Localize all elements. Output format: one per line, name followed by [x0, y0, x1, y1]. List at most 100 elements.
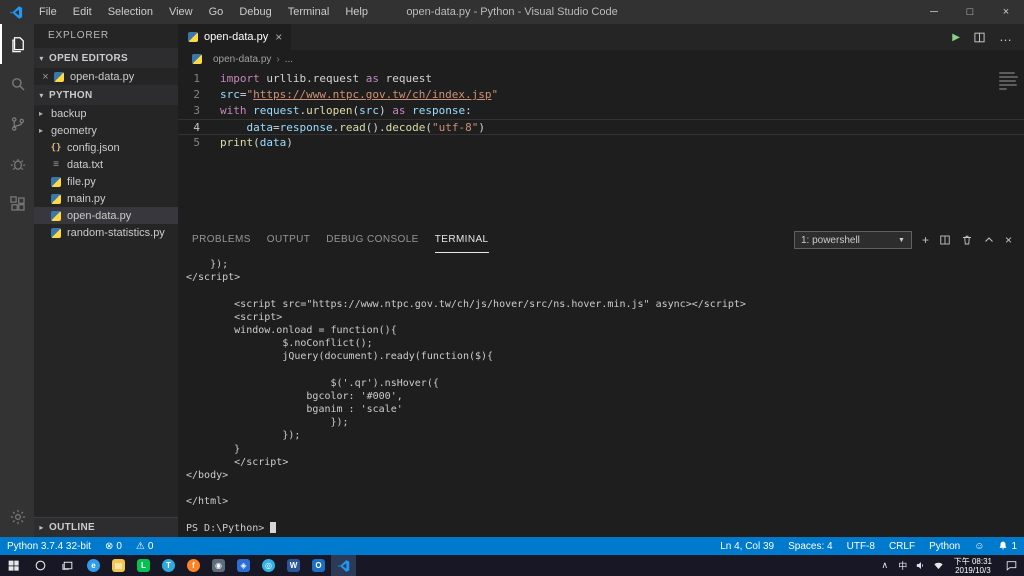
- activity-source-control[interactable]: [0, 104, 34, 144]
- open-editor-item[interactable]: × open-data.py: [34, 68, 178, 85]
- hidden-icons-chevron[interactable]: ∧: [876, 555, 894, 576]
- menu-edit[interactable]: Edit: [65, 0, 100, 24]
- file-open-data.py[interactable]: open-data.py: [34, 207, 178, 224]
- maximize-panel-button[interactable]: [983, 234, 995, 246]
- folder-backup[interactable]: ▸ backup: [34, 105, 178, 122]
- panel-tab-terminal[interactable]: TERMINAL: [434, 227, 489, 253]
- code-editor[interactable]: 1 import urllib.request as request 2 src="h…: [178, 68, 1024, 227]
- line-number[interactable]: 1: [178, 71, 212, 87]
- minimize-button[interactable]: ─: [916, 0, 952, 24]
- line-number[interactable]: 5: [178, 135, 212, 151]
- terminal-shell-select[interactable]: 1: powershell ▼: [793, 231, 912, 249]
- activity-debug[interactable]: [0, 144, 34, 184]
- network-icon[interactable]: [930, 555, 948, 576]
- menu-selection[interactable]: Selection: [100, 0, 161, 24]
- panel-tab-debug-console[interactable]: DEBUG CONSOLE: [326, 227, 418, 253]
- taskbar-clock[interactable]: 下午 08:31 2019/10/3: [948, 557, 998, 575]
- taskbar-app-vscode[interactable]: [331, 555, 356, 576]
- menu-view[interactable]: View: [161, 0, 201, 24]
- status-eol[interactable]: CRLF: [882, 537, 922, 555]
- status-indentation[interactable]: Spaces: 4: [781, 537, 839, 555]
- code-line-2[interactable]: 2 src="https://www.ntpc.gov.tw/ch/index.j…: [178, 87, 1024, 103]
- file-main.py[interactable]: main.py: [34, 190, 178, 207]
- activity-extensions[interactable]: [0, 184, 34, 224]
- split-terminal-button[interactable]: [939, 234, 951, 246]
- activity-manage[interactable]: [0, 497, 34, 537]
- line-number[interactable]: 2: [178, 87, 212, 103]
- menu-file[interactable]: File: [31, 0, 65, 24]
- activity-search[interactable]: [0, 64, 34, 104]
- task-view-button[interactable]: [54, 555, 81, 576]
- panel-tab-output[interactable]: OUTPUT: [267, 227, 311, 253]
- editor-actions: ▶ …: [952, 24, 1024, 50]
- outlook-icon: O: [312, 559, 325, 572]
- terminal-line: </script>: [186, 456, 289, 468]
- line-number[interactable]: 4: [178, 120, 212, 134]
- taskbar-app-firefox[interactable]: f: [181, 555, 206, 576]
- split-editor-button[interactable]: [973, 31, 986, 44]
- search-button[interactable]: [27, 555, 54, 576]
- taskbar-app-file-explorer[interactable]: ▤: [106, 555, 131, 576]
- kill-terminal-button[interactable]: [961, 234, 973, 246]
- run-file-button[interactable]: ▶: [952, 32, 960, 43]
- feedback-smiley-icon[interactable]: ☺: [967, 537, 991, 555]
- start-button[interactable]: [0, 555, 27, 576]
- status-python-interpreter[interactable]: Python 3.7.4 32-bit: [0, 537, 98, 555]
- taskbar-app-edge[interactable]: e: [81, 555, 106, 576]
- minimap[interactable]: [999, 72, 1021, 90]
- activity-explorer[interactable]: [0, 24, 34, 64]
- folder-geometry[interactable]: ▸ geometry: [34, 122, 178, 139]
- file-data.txt[interactable]: ≡ data.txt: [34, 156, 178, 173]
- status-encoding[interactable]: UTF-8: [840, 537, 882, 555]
- taskbar-app-maps[interactable]: ◎: [256, 555, 281, 576]
- close-panel-button[interactable]: ×: [1005, 233, 1012, 247]
- code-line-1[interactable]: 1 import urllib.request as request: [178, 71, 1024, 87]
- menu-help[interactable]: Help: [337, 0, 376, 24]
- menu-terminal[interactable]: Terminal: [280, 0, 338, 24]
- more-actions-button[interactable]: …: [999, 30, 1012, 43]
- editor-tab-open-data.py[interactable]: open-data.py ×: [178, 24, 292, 50]
- action-center-icon[interactable]: [998, 555, 1024, 576]
- code-line-3[interactable]: 3 with request.urlopen(src) as response:: [178, 103, 1024, 119]
- taskbar-app-word[interactable]: W: [281, 555, 306, 576]
- tab-close-icon[interactable]: ×: [275, 30, 282, 44]
- code-line-5[interactable]: 5 print(data): [178, 135, 1024, 151]
- file-config.json[interactable]: {} config.json: [34, 139, 178, 156]
- code-line-4[interactable]: 4 data=response.read().decode("utf-8"): [178, 119, 1024, 135]
- menu-go[interactable]: Go: [201, 0, 232, 24]
- breadcrumb-file[interactable]: open-data.py: [213, 54, 271, 65]
- taskbar-app-line[interactable]: L: [131, 555, 156, 576]
- taskbar-app-camera[interactable]: ◉: [206, 555, 231, 576]
- breadcrumb[interactable]: open-data.py › ...: [178, 50, 1024, 68]
- menu-debug[interactable]: Debug: [231, 0, 279, 24]
- panel-tab-problems[interactable]: PROBLEMS: [192, 227, 251, 253]
- open-editors-list: × open-data.py: [34, 68, 178, 85]
- open-editors-header[interactable]: ▾ OPEN EDITORS: [34, 48, 178, 68]
- taskbar-app-photos[interactable]: ◈: [231, 555, 256, 576]
- status-warnings[interactable]: ⚠ 0: [129, 537, 161, 555]
- close-button[interactable]: ×: [988, 0, 1024, 24]
- workspace-folder-header[interactable]: ▾ PYTHON: [34, 85, 178, 105]
- terminal-prompt[interactable]: PS D:\Python>: [186, 521, 1024, 535]
- breadcrumb-symbol[interactable]: ...: [285, 54, 293, 65]
- taskbar-app-telegram[interactable]: T: [156, 555, 181, 576]
- taskbar-app-outlook[interactable]: O: [306, 555, 331, 576]
- terminal-output[interactable]: }); </script> <script src="https://www.nt…: [178, 253, 1024, 537]
- outline-header[interactable]: ▸ OUTLINE: [34, 517, 178, 537]
- new-terminal-button[interactable]: +: [922, 233, 929, 247]
- close-editor-icon[interactable]: ×: [39, 71, 52, 83]
- terminal-line: jQuery(document).ready(function($){: [186, 351, 494, 363]
- status-label: Python 3.7.4 32-bit: [7, 540, 91, 552]
- volume-icon[interactable]: [912, 555, 930, 576]
- notifications-bell[interactable]: 1: [991, 537, 1024, 555]
- status-language-mode[interactable]: Python: [922, 537, 967, 555]
- chevron-right-icon: ›: [276, 53, 280, 65]
- line-number[interactable]: 3: [178, 103, 212, 119]
- ime-indicator[interactable]: 中: [894, 555, 912, 576]
- file-random-statistics.py[interactable]: random-statistics.py: [34, 224, 178, 241]
- status-cursor-position[interactable]: Ln 4, Col 39: [713, 537, 781, 555]
- maximize-button[interactable]: □: [952, 0, 988, 24]
- status-errors[interactable]: ⊗ 0: [98, 537, 129, 555]
- file-file.py[interactable]: file.py: [34, 173, 178, 190]
